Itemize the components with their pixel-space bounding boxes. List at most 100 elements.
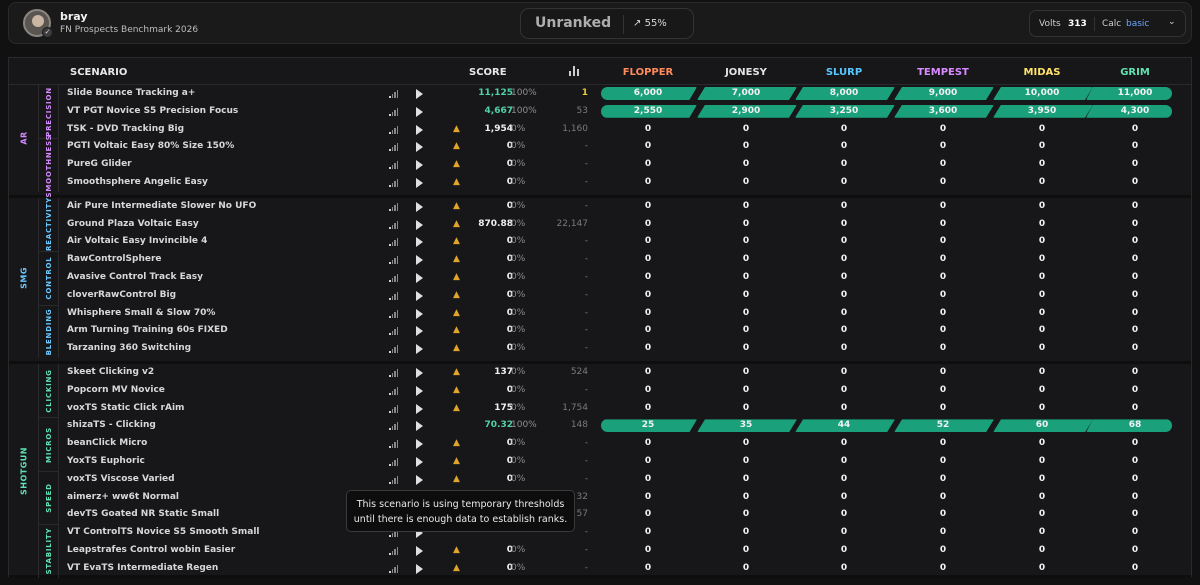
- table-row[interactable]: YoxTS Euphoric ▲ 0 0% -0 0 0 0 0 0: [59, 453, 1193, 471]
- scenario-name[interactable]: YoxTS Euphoric: [67, 456, 145, 466]
- signal-bars-icon[interactable]: [389, 291, 398, 300]
- table-row[interactable]: voxTS Viscose Varied ▲ 0 0% -0 0 0 0 0 0: [59, 471, 1193, 489]
- warning-icon[interactable]: ▲: [453, 201, 460, 211]
- signal-bars-icon[interactable]: [389, 547, 398, 555]
- warning-icon[interactable]: ▲: [453, 219, 460, 229]
- play-icon[interactable]: [416, 421, 423, 432]
- table-row[interactable]: TSK - DVD Tracking Big ▲ 1,954 0% 1,160 0 0 0 0 0…: [59, 121, 1193, 139]
- play-icon[interactable]: [416, 385, 423, 396]
- score-header[interactable]: SCORE: [469, 67, 507, 78]
- play-icon[interactable]: [416, 308, 423, 319]
- play-icon[interactable]: [416, 142, 423, 153]
- scenario-name[interactable]: shizaTS - Clicking: [67, 420, 156, 430]
- table-row[interactable]: PureG Glider ▲ 0 0% -0 0 0 0 0 0: [59, 156, 1193, 174]
- scenario-name[interactable]: Air Pure Intermediate Slower No UFO: [67, 201, 256, 211]
- scenario-name[interactable]: Leapstrafes Control wobin Easier: [67, 545, 235, 555]
- table-row[interactable]: Skeet Clicking v2 ▲ 137 0% 524 0 0 0 0 0 0: [59, 364, 1193, 382]
- scenario-name[interactable]: Skeet Clicking v2: [67, 367, 154, 377]
- warning-icon[interactable]: ▲: [453, 124, 460, 134]
- table-row[interactable]: Tarzaning 360 Switching ▲ 0 0% -0 0 0 0 0 0: [59, 340, 1193, 358]
- leaderboard-bars-icon[interactable]: [569, 64, 581, 76]
- table-row[interactable]: Avasive Control Track Easy ▲ 0 0% -0 0 0 0 0 0: [59, 269, 1193, 287]
- scenario-name[interactable]: voxTS Static Click rAim: [67, 403, 184, 413]
- scenario-name[interactable]: Air Voltaic Easy Invincible 4: [67, 236, 207, 246]
- table-row[interactable]: Air Voltaic Easy Invincible 4 ▲ 0 0% -0 0 0 0 0 0: [59, 233, 1193, 251]
- scenario-name[interactable]: TSK - DVD Tracking Big: [67, 124, 184, 134]
- play-icon[interactable]: [416, 368, 423, 378]
- play-icon[interactable]: [416, 403, 423, 414]
- scenario-name[interactable]: Slide Bounce Tracking a+: [67, 88, 195, 98]
- scenario-name[interactable]: Whisphere Small & Slow 70%: [67, 308, 215, 318]
- play-icon[interactable]: [416, 160, 423, 171]
- signal-bars-icon[interactable]: [389, 220, 398, 229]
- play-icon[interactable]: [416, 290, 423, 301]
- table-row[interactable]: cloverRawControl Big ▲ 0 0% -0 0 0 0 0 0: [59, 287, 1193, 305]
- play-icon[interactable]: [416, 563, 423, 574]
- play-icon[interactable]: [416, 255, 423, 266]
- table-row[interactable]: devTS Goated NR Static Small 57 0 0 0 0 0 0: [59, 506, 1193, 524]
- signal-bars-icon[interactable]: [389, 202, 398, 211]
- signal-bars-icon[interactable]: [389, 369, 398, 377]
- signal-bars-icon[interactable]: [389, 125, 398, 134]
- signal-bars-icon[interactable]: [389, 345, 398, 354]
- table-row[interactable]: Leapstrafes Control wobin Easier ▲ 0 0% - 0 0 0…: [59, 542, 1193, 560]
- play-icon[interactable]: [416, 178, 423, 188]
- signal-bars-icon[interactable]: [389, 161, 398, 170]
- table-row[interactable]: VT ControlTS Novice S5 Smooth Small - 0 0 0 0…: [59, 524, 1193, 542]
- play-icon[interactable]: [416, 237, 423, 248]
- scenario-name[interactable]: VT EvaTS Intermediate Regen: [67, 563, 218, 573]
- warning-icon[interactable]: ▲: [453, 403, 460, 413]
- scenario-name[interactable]: Popcorn MV Novice: [67, 385, 165, 395]
- scenario-name[interactable]: Tarzaning 360 Switching: [67, 343, 191, 353]
- signal-bars-icon[interactable]: [389, 143, 398, 152]
- play-icon[interactable]: [416, 219, 423, 230]
- warning-icon[interactable]: ▲: [453, 438, 460, 448]
- table-row[interactable]: PGTI Voltaic Easy 80% Size 150% ▲ 0 0% - 0 0 0 0…: [59, 138, 1193, 156]
- scenario-name[interactable]: voxTS Viscose Varied: [67, 474, 175, 484]
- scenario-name[interactable]: PGTI Voltaic Easy 80% Size 150%: [67, 141, 234, 151]
- scenario-name[interactable]: beanClick Micro: [67, 438, 147, 448]
- warning-icon[interactable]: ▲: [453, 325, 460, 335]
- scenario-name[interactable]: RawControlSphere: [67, 254, 162, 264]
- scenario-name[interactable]: Arm Turning Training 60s FIXED: [67, 325, 228, 335]
- table-row[interactable]: voxTS Static Click rAim ▲ 175 0% 1,754 0 0 0 0 0 0: [59, 400, 1193, 418]
- calc-selector[interactable]: Volts 313 Calc basic ⌄: [1029, 10, 1186, 37]
- play-icon[interactable]: [416, 326, 423, 337]
- signal-bars-icon[interactable]: [389, 238, 398, 247]
- scenario-name[interactable]: Ground Plaza Voltaic Easy: [67, 219, 199, 229]
- scenario-name[interactable]: Avasive Control Track Easy: [67, 272, 203, 282]
- table-row[interactable]: shizaTS - Clicking 70.32 100% 148 25 35 44 52 60…: [59, 417, 1193, 435]
- warning-icon[interactable]: ▲: [453, 563, 460, 573]
- table-row[interactable]: Arm Turning Training 60s FIXED ▲ 0 0% - 0 0 0 0 0…: [59, 322, 1193, 340]
- scenario-name[interactable]: Smoothsphere Angelic Easy: [67, 177, 208, 187]
- scenario-name[interactable]: VT PGT Novice S5 Precision Focus: [67, 106, 238, 116]
- signal-bars-icon[interactable]: [389, 440, 398, 449]
- signal-bars-icon[interactable]: [389, 564, 398, 573]
- scenario-name[interactable]: devTS Goated NR Static Small: [67, 509, 219, 519]
- signal-bars-icon[interactable]: [389, 273, 398, 282]
- signal-bars-icon[interactable]: [389, 386, 398, 395]
- warning-icon[interactable]: ▲: [453, 343, 460, 353]
- table-row[interactable]: RawControlSphere ▲ 0 0% -0 0 0 0 0 0: [59, 251, 1193, 269]
- signal-bars-icon[interactable]: [389, 256, 398, 265]
- table-row[interactable]: Smoothsphere Angelic Easy ▲ 0 0% -0 0 0 0 0 0: [59, 174, 1193, 192]
- table-row[interactable]: Popcorn MV Novice ▲ 0 0% -0 0 0 0 0 0: [59, 382, 1193, 400]
- play-icon[interactable]: [416, 201, 423, 212]
- signal-bars-icon[interactable]: [389, 475, 398, 484]
- signal-bars-icon[interactable]: [389, 404, 398, 413]
- signal-bars-icon[interactable]: [389, 327, 398, 336]
- warning-icon[interactable]: ▲: [453, 367, 460, 377]
- warning-icon[interactable]: ▲: [453, 385, 460, 395]
- chevron-down-icon[interactable]: ⌄: [1168, 17, 1176, 27]
- table-row[interactable]: Whisphere Small & Slow 70% ▲ 0 0% -0 0 0 0 0 0: [59, 305, 1193, 323]
- play-icon[interactable]: [416, 106, 423, 117]
- warning-icon[interactable]: ▲: [453, 177, 460, 187]
- table-row[interactable]: Air Pure Intermediate Slower No UFO ▲ 0 0% -…: [59, 198, 1193, 216]
- warning-icon[interactable]: ▲: [453, 236, 460, 246]
- warning-icon[interactable]: ▲: [453, 290, 460, 300]
- signal-bars-icon[interactable]: [389, 309, 398, 318]
- play-icon[interactable]: [416, 439, 423, 450]
- signal-bars-icon[interactable]: [389, 107, 398, 116]
- warning-icon[interactable]: ▲: [453, 456, 460, 466]
- play-icon[interactable]: [416, 124, 423, 135]
